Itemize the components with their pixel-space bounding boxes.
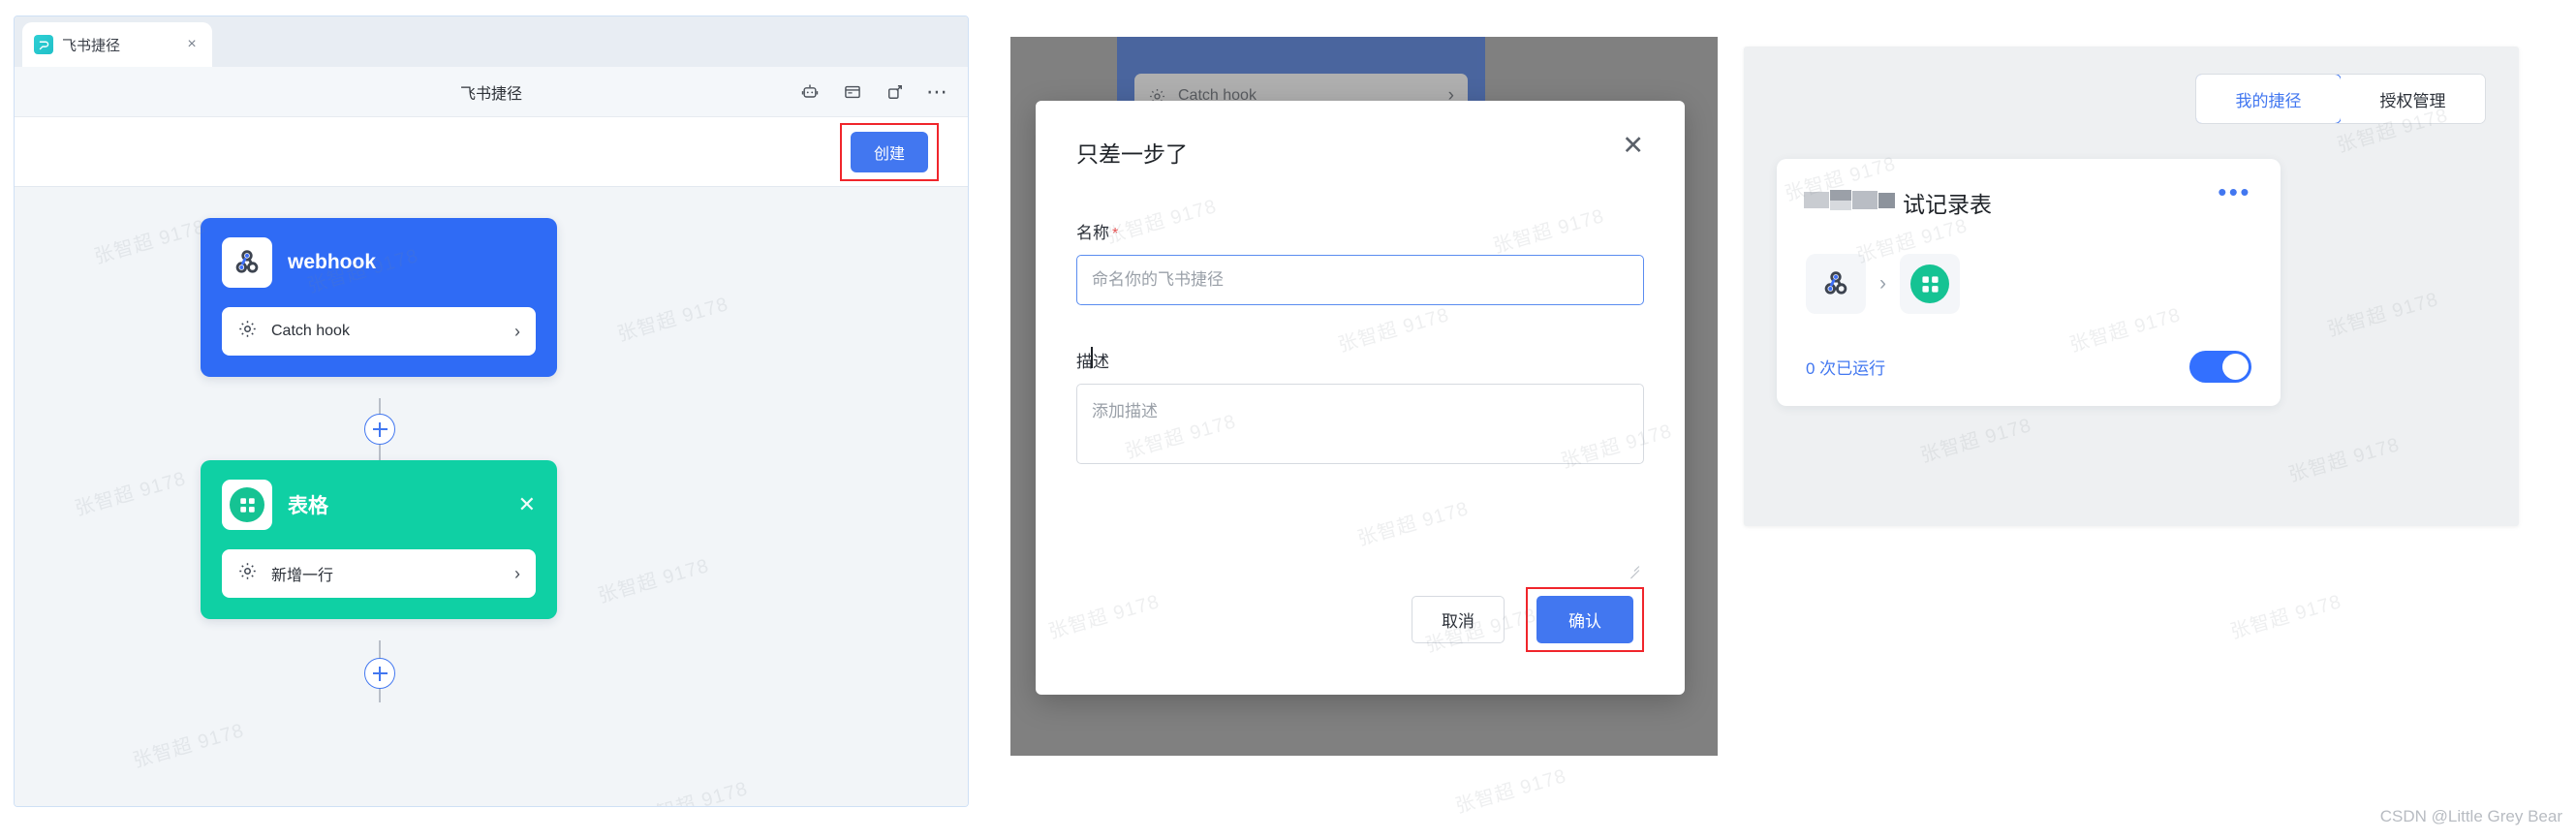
flow-node-webhook[interactable]: webhook Catch hook ›	[201, 218, 557, 377]
watermark: 张智超 9178	[1917, 415, 2034, 467]
description-label: 描述	[1076, 353, 1109, 371]
panel-tabs: 我的捷径 授权管理	[1777, 74, 2486, 124]
watermark: 张智超 9178	[614, 294, 731, 346]
node-title: 表格	[288, 495, 328, 517]
name-label: 名称 *	[1076, 219, 1644, 243]
watermark: 张智超 9178	[91, 216, 208, 268]
watermark: 张智超 9178	[72, 468, 189, 520]
node-action-label: 新增一行	[271, 568, 334, 584]
flow-node-table[interactable]: 表格 ✕ 新增一行 ›	[201, 460, 557, 619]
watermark: 张智超 9178	[2285, 434, 2403, 486]
confirm-button-highlight: 确认	[1526, 587, 1644, 652]
close-icon[interactable]: ✕	[1622, 133, 1644, 159]
shortcuts-panel: 我的捷径 授权管理 试记录表 ••• › 0 次已运行 张智超 9178 张智超…	[1744, 47, 2519, 526]
chevron-right-icon: ›	[514, 563, 520, 583]
node-action-button[interactable]: 新增一行 ›	[222, 549, 536, 598]
chevron-right-icon: ›	[514, 321, 520, 341]
redaction-mask	[1804, 190, 1905, 210]
resize-handle-icon[interactable]	[1628, 559, 1640, 579]
gear-icon	[237, 561, 258, 586]
more-icon[interactable]: ⋯	[926, 80, 948, 103]
gear-icon	[237, 319, 258, 344]
confirm-button[interactable]: 确认	[1536, 596, 1633, 643]
node-close-icon[interactable]: ✕	[518, 494, 536, 515]
popout-icon[interactable]	[885, 81, 906, 103]
modal-window: Catch hook › 只差一步了 ✕ 名称* 描述	[1010, 37, 1718, 756]
description-field-group: 描述	[1076, 348, 1644, 469]
tab-authorization[interactable]: 授权管理	[2341, 75, 2485, 123]
dialog-actions: 取消 确认	[1076, 587, 1644, 652]
name-input[interactable]	[1076, 255, 1644, 305]
card-header: 试记录表 •••	[1804, 179, 2251, 219]
card-app-chain: ›	[1806, 254, 2251, 314]
watermark: 张智超 9178	[2227, 591, 2344, 643]
browser-tab-title: 飞书捷径	[62, 37, 121, 54]
card-menu-icon[interactable]: •••	[2218, 179, 2251, 204]
create-button-highlight: 创建	[839, 122, 939, 181]
cancel-button[interactable]: 取消	[1412, 596, 1505, 643]
credit-text: CSDN @Little Grey Bear	[2379, 807, 2562, 825]
node-action-label: Catch hook	[271, 323, 350, 339]
enable-toggle[interactable]	[2189, 351, 2251, 383]
webhook-icon	[1806, 254, 1866, 314]
browser-window: 飞书捷径 × 飞书捷径 ⋯ 创建 webhook Catch hook › 表格…	[14, 16, 969, 807]
add-step-button[interactable]	[364, 414, 395, 445]
grid-icon	[1900, 254, 1960, 314]
grid-icon	[222, 480, 272, 530]
dialog-header: 只差一步了 ✕	[1076, 133, 1644, 169]
node-header: webhook	[201, 218, 557, 301]
add-step-button[interactable]	[364, 658, 395, 689]
workflow-canvas[interactable]: webhook Catch hook › 表格 ✕ 新增一行 › 张智超 917…	[15, 187, 968, 807]
toggle-knob	[2222, 354, 2249, 380]
action-bar: 创建	[15, 117, 968, 187]
watermark: 张智超 9178	[2324, 289, 2441, 341]
node-title: webhook	[288, 251, 377, 273]
watermark: 张智超 9178	[130, 720, 247, 772]
description-textarea[interactable]	[1076, 384, 1644, 464]
app-header: 飞书捷径 ⋯	[15, 67, 968, 117]
text-caret	[1091, 347, 1093, 368]
node-header: 表格 ✕	[201, 460, 557, 544]
run-count-label[interactable]: 0 次已运行	[1806, 355, 1885, 379]
browser-tabstrip: 飞书捷径 ×	[15, 16, 968, 67]
create-shortcut-dialog: 只差一步了 ✕ 名称* 描述 取消 确认	[1036, 101, 1685, 695]
create-button[interactable]: 创建	[850, 131, 928, 172]
chevron-right-icon: ›	[1879, 272, 1886, 295]
name-label-text: 名称	[1076, 224, 1109, 242]
watermark: 张智超 9178	[634, 778, 751, 807]
card-title-text: 试记录表	[1903, 192, 1992, 217]
browser-tab[interactable]: 飞书捷径 ×	[22, 22, 212, 67]
watermark: 张智超 9178	[595, 555, 712, 607]
tab-close-icon[interactable]: ×	[183, 37, 201, 52]
window-icon[interactable]	[842, 81, 863, 103]
name-field-group: 名称 *	[1076, 219, 1644, 305]
robot-icon[interactable]	[799, 81, 821, 103]
required-mark: *	[1112, 226, 1119, 242]
card-footer: 0 次已运行	[1806, 351, 2251, 383]
card-title: 试记录表	[1804, 186, 1992, 219]
shortcut-card[interactable]: 试记录表 ••• › 0 次已运行 张智超 9178 张智超 9178	[1777, 159, 2281, 406]
screenshot-root: 飞书捷径 × 飞书捷径 ⋯ 创建 webhook Catch hook › 表格…	[0, 0, 2576, 840]
dialog-title: 只差一步了	[1076, 141, 1188, 167]
segmented-control: 我的捷径 授权管理	[2195, 74, 2486, 124]
tab-my-shortcuts[interactable]: 我的捷径	[2196, 75, 2342, 123]
node-action-button[interactable]: Catch hook ›	[222, 307, 536, 356]
app-favicon-icon	[34, 35, 53, 54]
watermark: 张智超 9178	[1354, 498, 1472, 550]
webhook-icon	[222, 237, 272, 288]
app-header-icons: ⋯	[799, 80, 948, 103]
watermark: 张智超 9178	[1452, 765, 1569, 818]
